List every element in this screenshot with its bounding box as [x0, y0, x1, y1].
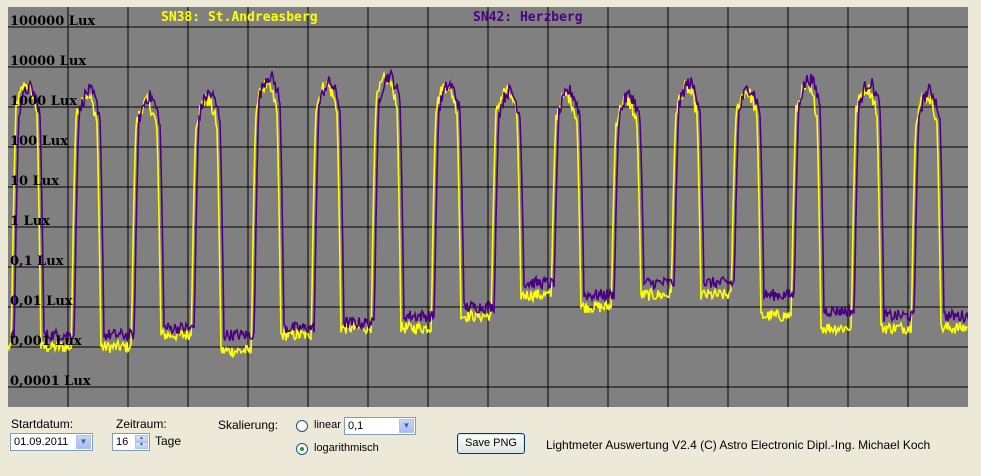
y-tick-label: 0,001 Lux — [10, 334, 82, 349]
skalierung-label: Skalierung: — [218, 418, 279, 432]
save-png-button[interactable]: Save PNG — [457, 433, 525, 454]
chevron-down-icon[interactable]: ▼ — [399, 419, 414, 433]
startdatum-value: 01.09.2011 — [14, 436, 69, 448]
radio-selected-dot — [300, 447, 304, 451]
series-sn42-line — [10, 68, 968, 343]
logarithmisch-radio[interactable] — [296, 443, 308, 455]
linear-value: 0,1 — [348, 420, 364, 432]
y-tick-label: 0,01 Lux — [10, 294, 73, 309]
linear-radio[interactable] — [296, 420, 308, 432]
zeitraum-label: Zeitraum: — [116, 417, 167, 431]
footer-text: Lightmeter Auswertung V2.4 (C) Astro Ele… — [546, 438, 931, 452]
spin-up-icon[interactable]: ▲ — [135, 435, 148, 442]
y-tick-label: 10000 Lux — [10, 54, 86, 69]
y-tick-label: 10 Lux — [10, 174, 59, 189]
y-tick-label: 0,0001 Lux — [10, 374, 91, 389]
linear-label: linear — [314, 419, 341, 431]
zeitraum-value: 16 — [116, 436, 129, 448]
y-tick-label: 1000 Lux — [10, 94, 77, 109]
logarithmisch-label: logarithmisch — [314, 442, 379, 454]
y-tick-label: 1 Lux — [10, 214, 50, 229]
controls-panel: Startdatum: 01.09.2011 ▼ Zeitraum: 16 ▲ … — [0, 407, 981, 476]
legend-sn38: SN38: St.Andreasberg — [161, 10, 318, 25]
y-tick-label: 0,1 Lux — [10, 254, 64, 269]
y-tick-label: 100 Lux — [10, 134, 68, 149]
lux-chart: 100000 Lux 10000 Lux 1000 Lux 100 Lux 10 Lux… — [8, 7, 968, 407]
tage-label: Tage — [155, 434, 182, 448]
y-tick-label: 100000 Lux — [10, 14, 95, 29]
startdatum-select[interactable]: 01.09.2011 ▼ — [10, 433, 93, 451]
chevron-down-icon[interactable]: ▼ — [76, 435, 91, 449]
zeitraum-spinner[interactable]: 16 ▲ ▼ — [112, 433, 150, 451]
chart-area: 100000 Lux 10000 Lux 1000 Lux 100 Lux 10 Lux… — [8, 7, 968, 407]
linear-value-select[interactable]: 0,1 ▼ — [344, 417, 416, 435]
legend-sn42: SN42: Herzberg — [473, 10, 583, 25]
spin-down-icon[interactable]: ▼ — [135, 442, 148, 449]
startdatum-label: Startdatum: — [11, 417, 74, 431]
